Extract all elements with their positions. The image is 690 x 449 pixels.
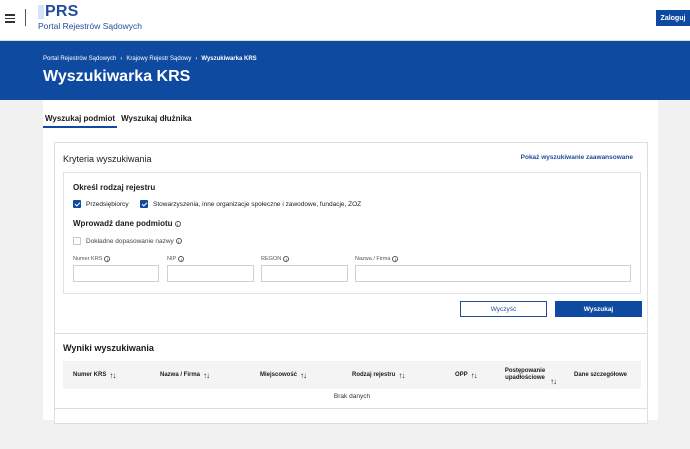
criteria-title: Kryteria wyszukiwania	[63, 154, 152, 164]
tab-search-entity[interactable]: Wyszukaj podmiot	[43, 113, 118, 128]
breadcrumb-item-krs[interactable]: Krajowy Rejestr Sądowy	[126, 56, 191, 62]
column-label: Postępowanie upadłościowe	[504, 368, 546, 381]
login-button[interactable]: Zaloguj	[656, 10, 690, 26]
column-details: Dane szczegółowe	[574, 361, 627, 389]
column-opp[interactable]: OPP ↑↓	[455, 361, 478, 389]
checkbox-label: Dokładne dopasowanie nazwy	[86, 237, 174, 245]
sort-arrows-icon[interactable]: ↑↓	[471, 371, 478, 379]
info-circle-icon[interactable]: i	[392, 256, 399, 262]
column-label: Numer KRS	[73, 371, 107, 378]
chevron-right-icon: ›	[120, 56, 123, 62]
chevron-right-icon: ›	[195, 56, 198, 62]
empty-results-text: Brak danych	[333, 393, 371, 400]
results-table-header: Numer KRS ↑↓ Nazwa / Firma ↑↓ Miejscowość ↑…	[63, 361, 641, 389]
page-title: Wyszukiwarka KRS	[43, 68, 191, 85]
krs-number-label: Numer KRS i	[73, 256, 111, 262]
sort-arrows-icon[interactable]: ↑↓	[550, 378, 557, 386]
exact-match-option[interactable]: Dokładne dopasowanie nazwy i	[73, 237, 182, 245]
hamburger-icon[interactable]	[5, 14, 15, 23]
checkbox-associations[interactable]	[140, 200, 148, 208]
column-label: Nazwa / Firma	[160, 371, 201, 378]
field-label-text: NIP	[167, 256, 177, 262]
search-results-card: Wyniki wyszukiwania Numer KRS ↑↓ Nazwa / …	[54, 333, 648, 409]
results-title: Wyniki wyszukiwania	[63, 343, 154, 353]
register-option-associations[interactable]: Stowarzyszenia, inne organizacje społecz…	[140, 200, 361, 208]
entity-data-title-text: Wprowadź dane podmiotu	[73, 219, 173, 228]
regon-input[interactable]	[261, 265, 348, 282]
info-circle-icon[interactable]: i	[178, 256, 185, 262]
checkbox-enterprises[interactable]	[73, 200, 81, 208]
page-header: Portal Rejestrów Sądowych › Krajowy Reje…	[0, 41, 690, 100]
info-circle-icon[interactable]: i	[283, 256, 290, 262]
tab-bar: Wyszukaj podmiot Wyszukaj dłużnika	[43, 113, 194, 128]
advanced-search-link[interactable]: Pokaż wyszukiwanie zaawansowane	[521, 154, 633, 161]
column-label: Dane szczegółowe	[574, 371, 628, 378]
divider	[25, 9, 26, 26]
top-bar: PRS Portal Rejestrów Sądowych Zaloguj	[0, 0, 690, 41]
checkbox-label: Przedsiębiorcy	[86, 200, 129, 208]
info-circle-icon[interactable]: i	[174, 220, 181, 227]
register-type-title: Określ rodzaj rejestru	[73, 183, 156, 192]
nip-input[interactable]	[167, 265, 254, 282]
entity-data-title: Wprowadź dane podmiotu i	[73, 219, 181, 228]
main-content: Wyszukaj podmiot Wyszukaj dłużnika Kryte…	[43, 100, 658, 424]
sort-arrows-icon[interactable]: ↑↓	[203, 371, 210, 379]
column-city[interactable]: Miejscowość ↑↓	[260, 361, 307, 389]
breadcrumb-item-portal[interactable]: Portal Rejestrów Sądowych	[43, 56, 116, 62]
field-label-text: Numer KRS	[73, 256, 103, 262]
krs-number-input[interactable]	[73, 265, 159, 282]
sort-arrows-icon[interactable]: ↑↓	[398, 371, 405, 379]
clear-button[interactable]: Wyczyść	[460, 301, 547, 317]
field-label-text: REGON	[261, 256, 282, 262]
checkbox-exact-match[interactable]	[73, 237, 81, 245]
info-circle-icon[interactable]: i	[104, 256, 111, 262]
tab-search-debtor[interactable]: Wyszukaj dłużnika	[119, 113, 194, 128]
column-label: OPP	[455, 371, 468, 378]
column-krs-number[interactable]: Numer KRS ↑↓	[73, 361, 116, 389]
column-label: Rodzaj rejestru	[352, 371, 396, 378]
breadcrumb: Portal Rejestrów Sądowych › Krajowy Reje…	[43, 56, 257, 62]
regon-label: REGON i	[261, 256, 290, 262]
criteria-panel: Określ rodzaj rejestru Przedsiębiorcy St…	[63, 172, 641, 294]
logo-subtitle[interactable]: Portal Rejestrów Sądowych	[38, 21, 142, 31]
sort-arrows-icon[interactable]: ↑↓	[109, 371, 116, 379]
company-name-label: Nazwa / Firma i	[355, 256, 399, 262]
column-register-type[interactable]: Rodzaj rejestru ↑↓	[352, 361, 405, 389]
breadcrumb-item-current: Wyszukiwarka KRS	[201, 56, 257, 62]
info-circle-icon[interactable]: i	[175, 238, 182, 244]
sort-arrows-icon[interactable]: ↑↓	[300, 371, 307, 379]
column-bankruptcy[interactable]: Postępowanie upadłościowe ↑↓	[503, 361, 558, 389]
search-button[interactable]: Wyszukaj	[555, 301, 642, 317]
nip-label: NIP i	[167, 256, 185, 262]
logo[interactable]: PRS	[45, 3, 79, 21]
field-label-text: Nazwa / Firma	[355, 256, 391, 262]
column-label: Miejscowość	[260, 371, 298, 378]
logo-mark	[38, 5, 44, 19]
register-option-enterprises[interactable]: Przedsiębiorcy	[73, 200, 129, 208]
checkbox-label: Stowarzyszenia, inne organizacje społecz…	[153, 200, 362, 208]
column-company-name[interactable]: Nazwa / Firma ↑↓	[160, 361, 210, 389]
company-name-input[interactable]	[355, 265, 631, 282]
